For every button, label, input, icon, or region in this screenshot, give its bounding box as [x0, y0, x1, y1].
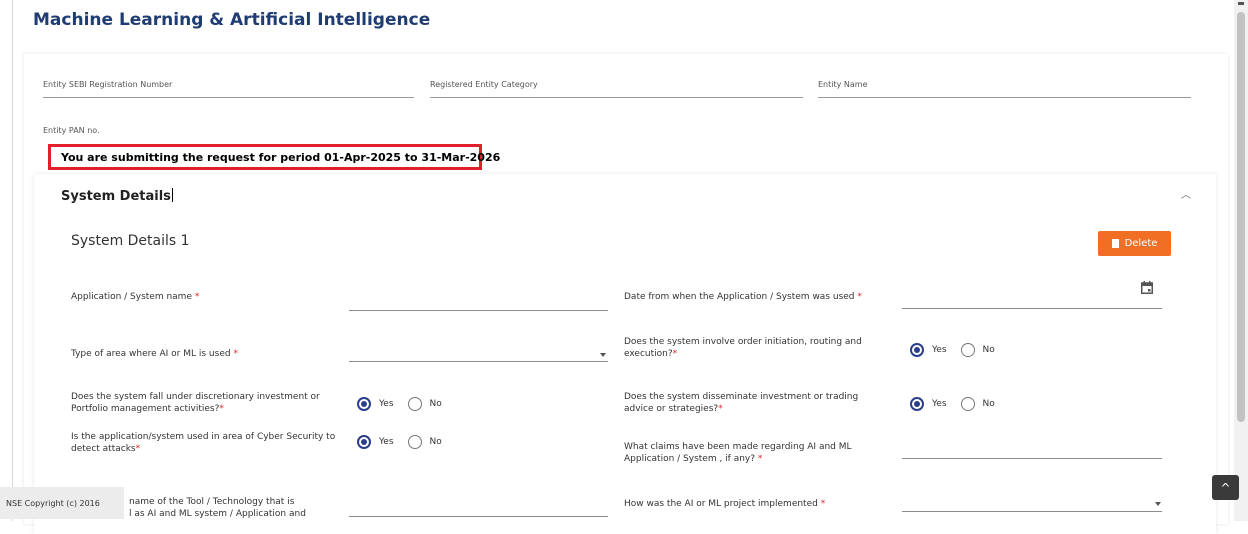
implemented-label: How was the AI or ML project implemented… [624, 499, 826, 509]
tool-technology-label: name of the Tool / Technology that is l a… [129, 497, 306, 519]
system-details-header[interactable]: System Details [61, 188, 173, 204]
order-initiation-label: Does the system involve order initiation… [624, 337, 862, 359]
page-left-border [12, 0, 13, 521]
dropdown-arrow-icon[interactable] [600, 353, 606, 357]
order-initiation-no-radio[interactable] [960, 343, 975, 357]
entity-category-field[interactable] [430, 97, 803, 98]
area-type-label: Type of area where AI or ML is used * [71, 349, 238, 359]
date-used-label: Date from when the Application / System … [624, 292, 862, 302]
period-notice: You are submitting the request for perio… [61, 151, 501, 164]
tool-technology-input[interactable] [349, 516, 608, 517]
disseminate-label: Does the system disseminate investment o… [624, 392, 859, 414]
entity-name-field[interactable] [818, 97, 1191, 98]
discretionary-label: Does the system fall under discretionary… [71, 392, 320, 414]
cyber-security-yes-radio[interactable] [357, 435, 371, 449]
delete-button[interactable]: Delete [1098, 231, 1171, 256]
entity-name-label: Entity Name [818, 80, 868, 89]
claims-label: What claims have been made regarding AI … [624, 442, 852, 464]
discretionary-yes-radio[interactable] [357, 397, 371, 411]
scroll-to-top-button[interactable]: ^ [1212, 475, 1239, 500]
claims-input[interactable] [902, 458, 1162, 459]
calendar-icon[interactable] [1141, 281, 1153, 294]
sebi-registration-field[interactable] [43, 97, 414, 98]
app-name-label: Application / System name * [71, 292, 200, 302]
order-initiation-radio-group: Yes No [910, 343, 1009, 357]
footer-copyright: NSE Copyright (c) 2016 [0, 487, 124, 519]
app-name-input[interactable] [349, 310, 608, 311]
cyber-security-label: Is the application/system used in area o… [71, 432, 336, 454]
cyber-security-radio-group: Yes No [357, 435, 456, 449]
system-details-title: System Details [61, 189, 171, 204]
text-cursor [171, 188, 173, 202]
disseminate-radio-group: Yes No [910, 397, 1009, 411]
scrollbar-thumb[interactable] [1237, 12, 1245, 422]
cyber-security-no-radio[interactable] [407, 435, 422, 449]
sebi-registration-label: Entity SEBI Registration Number [43, 80, 173, 89]
delete-button-label: Delete [1124, 238, 1158, 249]
scroll-up-arrow-icon[interactable] [1238, 2, 1244, 5]
disseminate-yes-radio[interactable] [910, 397, 924, 411]
order-initiation-yes-radio[interactable] [910, 343, 924, 357]
scrollbar[interactable] [1234, 0, 1248, 521]
discretionary-no-radio[interactable] [407, 397, 422, 411]
disseminate-no-radio[interactable] [960, 397, 975, 411]
page-title: Machine Learning & Artificial Intelligen… [33, 10, 431, 30]
entity-pan-label: Entity PAN no. [43, 126, 100, 135]
date-used-input[interactable] [902, 308, 1162, 309]
dropdown-arrow-icon[interactable] [1155, 502, 1161, 506]
chevron-up-icon[interactable]: ︿ [1181, 186, 1191, 201]
implemented-select[interactable] [902, 511, 1162, 512]
entity-category-label: Registered Entity Category [430, 80, 538, 89]
trash-icon [1111, 239, 1119, 248]
discretionary-radio-group: Yes No [357, 397, 456, 411]
subsection-title: System Details 1 [71, 233, 190, 249]
area-type-select[interactable] [349, 361, 608, 362]
